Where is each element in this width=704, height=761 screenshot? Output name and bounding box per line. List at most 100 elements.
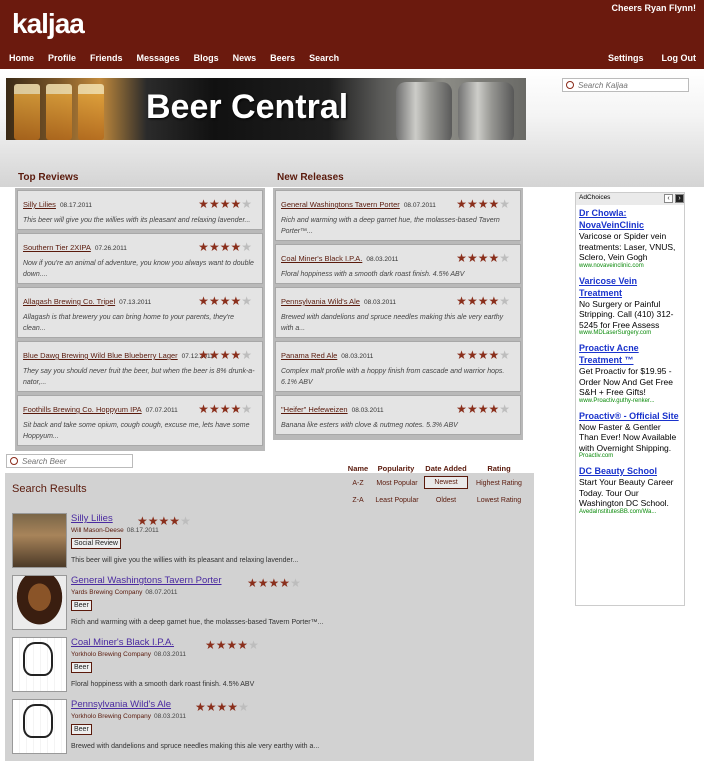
star-filled-icon: ★: [230, 402, 242, 416]
beer-link[interactable]: Pennsylvania Wild's Ale: [281, 297, 360, 306]
beer-link[interactable]: Allagash Brewing Co. Tripel: [23, 297, 115, 306]
sort-name-za[interactable]: Z-A: [343, 497, 373, 504]
star-empty-icon: ★: [248, 638, 259, 652]
beer-glass-image: [78, 84, 104, 140]
star-empty-icon: ★: [241, 348, 252, 362]
beer-link[interactable]: Southern Tier 2XIPA: [23, 243, 91, 252]
review-snippet: Rich and warming with a deep garnet hue,…: [281, 217, 500, 235]
review-card: Allagash Brewing Co. Tripel 07.13.2011 ★★★…: [17, 287, 263, 338]
review-snippet: They say you should never fruit the beer…: [23, 368, 255, 386]
beer-link[interactable]: Panama Red Ale: [281, 351, 337, 360]
star-filled-icon: ★: [488, 197, 500, 211]
result-title[interactable]: Coal Miner's Black I.P.A.: [71, 637, 174, 648]
nav-friends[interactable]: Friends: [90, 53, 123, 63]
star-filled-icon: ★: [466, 197, 478, 211]
ad-prev-icon[interactable]: ‹: [664, 194, 673, 203]
brewery-link[interactable]: Yards Brewing Company: [71, 589, 142, 596]
result-date: 08.07.2011: [145, 589, 178, 596]
sort-oldest[interactable]: Oldest: [424, 497, 468, 504]
ad-title-link[interactable]: Proactiv Acne Treatment ™: [579, 342, 681, 366]
ad-url[interactable]: AvedaInstitutesBB.com/Wa...: [579, 509, 681, 515]
site-search[interactable]: [562, 78, 689, 92]
nav-logout[interactable]: Log Out: [662, 53, 697, 63]
brewery-link[interactable]: Yorkholo Brewing Company: [71, 651, 151, 658]
nav-search[interactable]: Search: [309, 53, 339, 63]
ad-title-link[interactable]: Dr Chowla: NovaVeinClinic: [579, 207, 681, 231]
ad-title-link[interactable]: Varicose Vein Treatment: [579, 275, 681, 299]
star-filled-icon: ★: [198, 402, 209, 416]
beer-thumbnail[interactable]: [12, 699, 67, 754]
beer-search-input[interactable]: [22, 456, 132, 466]
review-date: 07.07.2011: [145, 407, 178, 414]
sort-newest[interactable]: Newest: [424, 476, 468, 489]
beer-link[interactable]: Silly Lilies: [23, 200, 56, 209]
brewery-link[interactable]: Yorkholo Brewing Company: [71, 713, 151, 720]
star-filled-icon: ★: [466, 402, 478, 416]
nav-profile[interactable]: Profile: [48, 53, 76, 63]
star-filled-icon: ★: [216, 700, 228, 714]
review-snippet: Brewed with dandelions and spruce needle…: [281, 314, 504, 332]
star-filled-icon: ★: [205, 638, 216, 652]
result-item: Pennsylvania Wild's Ale ★★★★★ Yorkholo Bre…: [11, 699, 531, 757]
type-badge: Social Review: [71, 538, 121, 549]
star-filled-icon: ★: [237, 638, 249, 652]
top-bar: kaljaa Cheers Ryan Flynn! Home Profile F…: [0, 0, 704, 69]
result-title[interactable]: Pennsylvania Wild's Ale: [71, 699, 171, 710]
result-title[interactable]: General Washingtons Tavern Porter: [71, 575, 222, 586]
star-filled-icon: ★: [456, 197, 467, 211]
ad-url[interactable]: www.Proactiv.guthy-renker...: [579, 398, 681, 404]
star-empty-icon: ★: [180, 514, 191, 528]
result-date: 08.03.2011: [153, 651, 187, 658]
keg-image: [458, 82, 514, 140]
beer-link[interactable]: Foothills Brewing Co. Hoppyum IPA: [23, 405, 142, 414]
star-empty-icon: ★: [499, 251, 510, 265]
sort-header-date: Date Added: [425, 464, 467, 473]
beer-thumbnail[interactable]: [12, 575, 67, 630]
ad-url[interactable]: Proactiv.com: [579, 453, 681, 459]
nav-news[interactable]: News: [233, 53, 257, 63]
star-rating: ★★★★★: [456, 292, 510, 310]
beer-link[interactable]: General Washingtons Tavern Porter: [281, 200, 400, 209]
kaljaa-logo[interactable]: kaljaa: [12, 8, 85, 40]
star-filled-icon: ★: [488, 251, 500, 265]
brewery-link[interactable]: Will Mason-Deese: [71, 527, 124, 534]
beer-thumbnail[interactable]: [12, 513, 67, 568]
star-filled-icon: ★: [137, 514, 148, 528]
search-icon: [566, 81, 574, 89]
sort-least-popular[interactable]: Least Popular: [371, 497, 423, 504]
sort-highest-rating[interactable]: Highest Rating: [471, 480, 527, 487]
star-rating: ★★★★★: [456, 195, 510, 213]
ad-block: Proactiv Acne Treatment ™ Get Proactiv fo…: [576, 340, 684, 408]
site-search-input[interactable]: [578, 80, 688, 90]
ad-url[interactable]: www.MDLaserSurgery.com: [579, 330, 681, 336]
beer-search[interactable]: [6, 454, 133, 468]
star-filled-icon: ★: [169, 514, 181, 528]
review-snippet: Sit back and take some opium, cough coug…: [23, 422, 250, 440]
ad-title-link[interactable]: Proactiv® - Official Site: [579, 410, 681, 422]
review-snippet: Allagash is that brewery you can bring h…: [23, 314, 235, 332]
nav-home[interactable]: Home: [9, 53, 34, 63]
beer-link[interactable]: Blue Dawg Brewing Wild Blue Blueberry La…: [23, 351, 178, 360]
nav-messages[interactable]: Messages: [137, 53, 180, 63]
ad-url[interactable]: www.novaveinclinic.com: [579, 263, 681, 269]
beer-thumbnail[interactable]: [12, 637, 67, 692]
sort-lowest-rating[interactable]: Lowest Rating: [471, 497, 527, 504]
star-filled-icon: ★: [227, 700, 239, 714]
result-title[interactable]: Silly Lilies: [71, 513, 113, 524]
beer-link[interactable]: "Heifer" Hefeweizen: [281, 405, 348, 414]
sort-name-az[interactable]: A-Z: [343, 480, 373, 487]
nav-blogs[interactable]: Blogs: [194, 53, 219, 63]
face-drawing: [23, 704, 53, 738]
review-date: 08.03.2011: [341, 353, 374, 360]
beer-link[interactable]: Coal Miner's Black I.P.A.: [281, 254, 362, 263]
keg-image: [396, 82, 452, 140]
ad-title-link[interactable]: DC Beauty School: [579, 465, 681, 477]
sort-most-popular[interactable]: Most Popular: [371, 480, 423, 487]
nav-settings[interactable]: Settings: [608, 53, 644, 63]
ad-next-icon[interactable]: ›: [675, 194, 684, 203]
review-card: Silly Lilies 08.17.2011 ★★★★★ This beer wil…: [17, 190, 263, 230]
review-date: 08.03.2011: [366, 256, 399, 263]
adchoices-label[interactable]: AdChoices: [579, 194, 610, 201]
star-rating: ★★★★★: [456, 249, 510, 267]
nav-beers[interactable]: Beers: [270, 53, 295, 63]
